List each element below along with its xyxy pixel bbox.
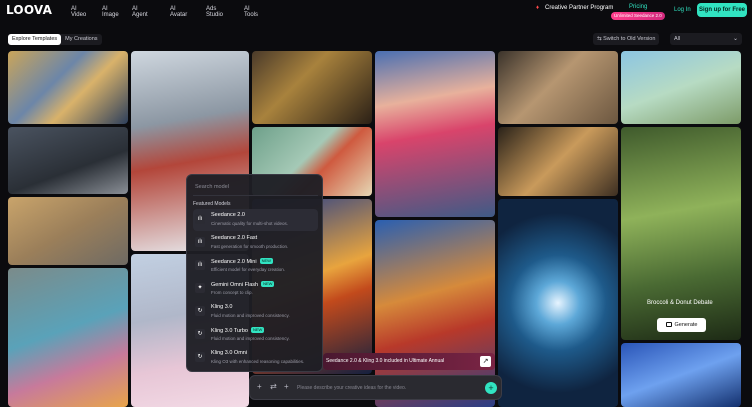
model-description: Efficient model for everyday creation. — [211, 267, 285, 272]
creative-partner-label: Creative Partner Program — [545, 5, 614, 11]
banner-text: Seedance 2.0 & Kling 3.0 included in Ult… — [326, 358, 445, 364]
kling-icon: ↻ — [195, 306, 205, 316]
new-badge: NEW — [261, 281, 275, 287]
template-thumbnail[interactable] — [621, 51, 741, 124]
model-item-gemini-omni-flash[interactable]: ✦ Gemini Omni Flash NEW From concept to c… — [193, 278, 318, 300]
creative-partner-link[interactable]: ♦ Creative Partner Program — [536, 5, 613, 11]
seedance-icon: ılı — [195, 214, 205, 224]
seedance-icon: ılı — [195, 260, 205, 270]
template-thumbnail[interactable] — [8, 268, 128, 407]
login-button[interactable]: Log In — [670, 4, 695, 16]
sparkle-icon: ✦ — [195, 283, 205, 293]
template-thumbnail[interactable] — [8, 51, 128, 124]
generate-button[interactable]: Generate — [657, 318, 706, 332]
signup-button[interactable]: Sign up for Free — [697, 3, 747, 17]
template-title: Broccoli & Donut Debate — [647, 300, 713, 306]
model-description: Kling O3 with enhanced reasoning capabil… — [211, 359, 305, 364]
add-icon[interactable]: + — [257, 382, 262, 391]
template-thumbnail[interactable] — [8, 197, 128, 265]
template-thumbnail[interactable] — [8, 127, 128, 194]
view-tabs: Explore Templates My Creations — [8, 34, 102, 45]
video-icon — [665, 322, 672, 327]
flame-icon: ♦ — [536, 5, 540, 11]
divider — [193, 195, 318, 196]
model-description: Fluid motion and improved consistency. — [211, 313, 290, 318]
ultimate-annual-banner[interactable]: Seedance 2.0 & Kling 3.0 included in Ult… — [323, 353, 495, 370]
template-thumbnail[interactable] — [498, 127, 618, 196]
switch-old-version-label: Switch to Old Version — [603, 36, 656, 42]
seedance-icon: ılı — [195, 237, 205, 247]
nav-ai-tools[interactable]: AI Tools — [244, 6, 258, 18]
template-thumbnail[interactable] — [375, 51, 495, 217]
top-navigation-bar: LOOVA AI Video AI Image AI Agent AI Avat… — [0, 0, 752, 20]
arrow-up-right-icon[interactable]: ↗ — [480, 356, 491, 367]
model-item-kling-3-omni[interactable]: ↻ Kling 3.0 Omni Kling O3 with enhanced … — [193, 347, 318, 369]
template-thumbnail[interactable] — [498, 51, 618, 124]
model-name: Kling 3.0 Omni — [211, 350, 248, 356]
model-item-kling-3-turbo[interactable]: ↻ Kling 3.0 Turbo NEW Fluid motion and im… — [193, 324, 318, 346]
model-name: Gemini Omni Flash NEW — [211, 281, 275, 288]
model-item-kling-3[interactable]: ↻ Kling 3.0 Fluid motion and improved co… — [193, 301, 318, 323]
model-name: Kling 3.0 Turbo NEW — [211, 327, 265, 334]
model-selector-menu: Search model Featured Models ılı Seedanc… — [186, 174, 323, 372]
model-description: Fast generation for smooth production. — [211, 244, 289, 249]
category-filter-select[interactable]: All ⌄ — [670, 33, 742, 45]
model-name: Kling 3.0 — [211, 304, 233, 310]
model-item-seedance-2-mini[interactable]: ılı Seedance 2.0 Mini NEW Efficient model… — [193, 255, 318, 277]
prompt-input-bar: + ⇄ + Please describe your creative idea… — [249, 375, 502, 400]
prompt-input[interactable]: Please describe your creative ideas for … — [297, 385, 406, 391]
model-description: Fluid motion and improved consistency. — [211, 336, 290, 341]
nav-ai-avatar[interactable]: AI Avatar — [170, 6, 187, 18]
generate-label: Generate — [674, 322, 698, 328]
model-item-seedance-2[interactable]: ılı Seedance 2.0 Cinematic quality for m… — [193, 209, 318, 231]
loova-logo[interactable]: LOOVA — [6, 3, 52, 17]
switch-old-version-button[interactable]: ⇆ Switch to Old Version — [593, 33, 660, 45]
model-name: Seedance 2.0 Mini NEW — [211, 258, 273, 265]
kling-icon: ↻ — [195, 352, 205, 362]
model-description: Cinematic quality for multi-shot videos. — [211, 221, 289, 226]
pricing-link[interactable]: Pricing — [629, 4, 647, 10]
tab-my-creations[interactable]: My Creations — [61, 34, 101, 45]
template-thumbnail-broccoli[interactable] — [621, 127, 741, 340]
model-name: Seedance 2.0 Fast — [211, 235, 258, 241]
model-description: From concept to clip. — [211, 290, 253, 295]
template-thumbnail[interactable] — [621, 343, 741, 407]
unlimited-seedance-badge: Unlimited Seedance 2.0 — [611, 12, 665, 20]
filter-value: All — [674, 36, 681, 42]
model-name: Seedance 2.0 — [211, 212, 245, 218]
new-badge: NEW — [251, 327, 265, 333]
featured-models-heading: Featured Models — [193, 201, 231, 207]
nav-ai-image[interactable]: AI Image — [102, 6, 119, 18]
chevron-down-icon: ⌄ — [732, 36, 738, 42]
new-badge: NEW — [259, 258, 273, 264]
kling-icon: ↻ — [195, 329, 205, 339]
settings-sliders-icon[interactable]: ⇄ — [270, 382, 277, 391]
model-item-seedance-2-fast[interactable]: ılı Seedance 2.0 Fast Fast generation fo… — [193, 232, 318, 254]
add-reference-icon[interactable]: + — [284, 382, 289, 391]
nav-ads-studio[interactable]: Ads Studio — [206, 6, 223, 18]
template-thumbnail[interactable] — [498, 199, 618, 407]
template-thumbnail[interactable] — [252, 51, 372, 124]
nav-ai-video[interactable]: AI Video — [71, 6, 86, 18]
tab-explore-templates[interactable]: Explore Templates — [8, 34, 62, 45]
submit-generate-button[interactable]: + — [485, 382, 497, 394]
nav-ai-agent[interactable]: AI Agent — [132, 6, 148, 18]
model-search-input[interactable]: Search model — [195, 184, 229, 190]
